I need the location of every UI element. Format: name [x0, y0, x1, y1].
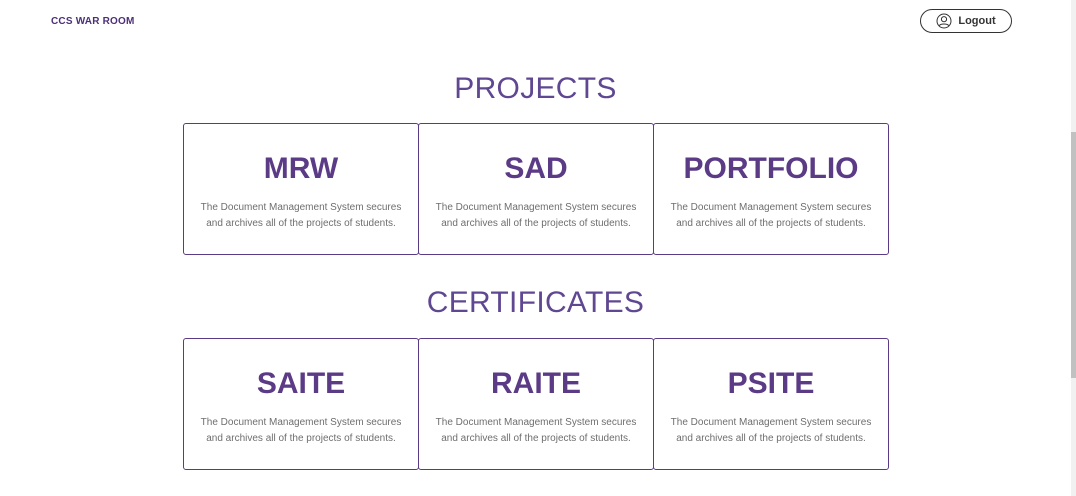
user-circle-icon [936, 13, 952, 29]
certificates-card-row: SAITE The Document Management System sec… [183, 338, 889, 470]
section-title-certificates: CERTIFICATES [426, 286, 645, 319]
scrollbar-thumb[interactable] [1071, 132, 1076, 378]
vertical-scrollbar[interactable] [1071, 0, 1076, 496]
logout-label: Logout [958, 15, 996, 27]
card-title: SAD [504, 152, 568, 185]
card-sad[interactable]: SAD The Document Management System secur… [418, 123, 654, 255]
card-description: The Document Management System secures a… [670, 417, 872, 444]
card-mrw[interactable]: MRW The Document Management System secur… [183, 123, 419, 255]
card-description: The Document Management System secures a… [670, 202, 872, 229]
card-title: PSITE [727, 367, 815, 400]
card-description: The Document Management System secures a… [200, 202, 402, 229]
brand-title: CCS WAR ROOM [51, 16, 135, 27]
card-portfolio[interactable]: PORTFOLIO The Document Management System… [653, 123, 889, 255]
card-description: The Document Management System secures a… [435, 417, 637, 444]
card-psite[interactable]: PSITE The Document Management System sec… [653, 338, 889, 470]
card-title: SAITE [256, 367, 346, 400]
card-title: RAITE [491, 367, 581, 400]
card-saite[interactable]: SAITE The Document Management System sec… [183, 338, 419, 470]
projects-card-row: MRW The Document Management System secur… [183, 123, 889, 255]
card-raite[interactable]: RAITE The Document Management System sec… [418, 338, 654, 470]
card-description: The Document Management System secures a… [200, 417, 402, 444]
card-title: MRW [263, 152, 339, 185]
card-title: PORTFOLIO [683, 152, 859, 185]
section-title-projects: PROJECTS [454, 72, 617, 105]
card-description: The Document Management System secures a… [435, 202, 637, 229]
logout-button[interactable]: Logout [920, 9, 1012, 33]
